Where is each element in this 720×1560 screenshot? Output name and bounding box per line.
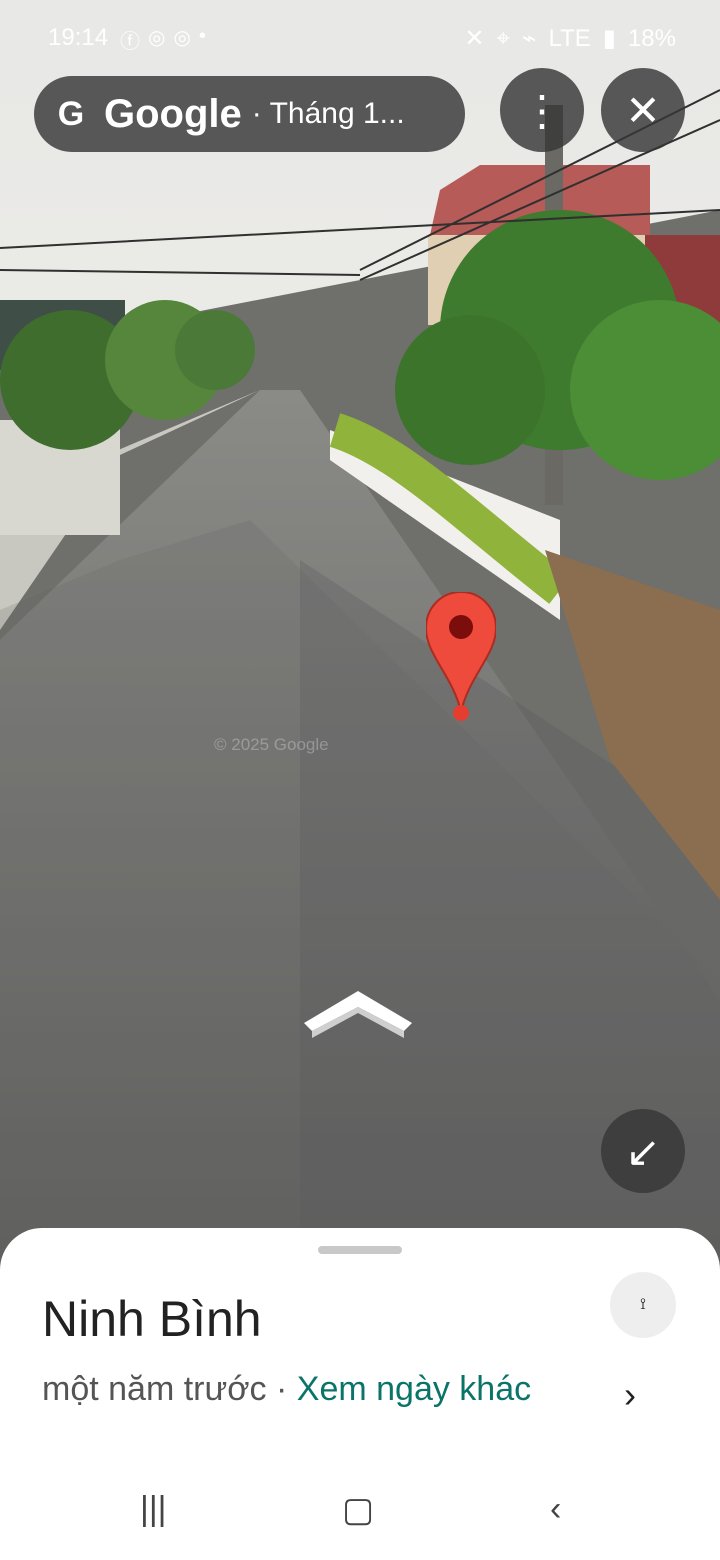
browser-icon: ◎ bbox=[173, 27, 191, 49]
more-icon: ⋮ bbox=[521, 86, 563, 134]
chevron-right-icon[interactable]: › bbox=[624, 1374, 636, 1416]
home-button[interactable]: ▢ bbox=[342, 1490, 374, 1530]
drag-handle[interactable] bbox=[318, 1246, 402, 1254]
battery-text: 18% bbox=[627, 24, 676, 52]
streetview-header: G Google · Tháng 1... bbox=[34, 76, 465, 152]
status-bar: 19:14 ⓕ ◎ ◎ • ✕ ⌖ ⌁ LTE ▮ 18% bbox=[0, 0, 720, 78]
share-icon: ⟟ bbox=[640, 1296, 646, 1313]
network-badge: LTE bbox=[548, 24, 591, 52]
mute-icon: ✕ bbox=[464, 25, 485, 52]
dot-icon: • bbox=[198, 25, 206, 47]
recent-apps-button[interactable]: ||| bbox=[140, 1490, 167, 1529]
wifi-icon: ⌁ bbox=[522, 25, 537, 52]
location-icon: ⌖ bbox=[496, 24, 511, 52]
move-forward-arrow[interactable] bbox=[304, 991, 412, 1041]
more-options-button[interactable]: ⋮ bbox=[500, 68, 584, 152]
place-name: Ninh Bình bbox=[42, 1291, 262, 1347]
dot-separator: · bbox=[276, 1370, 288, 1408]
capture-info: một năm trước · Xem ngày khác bbox=[42, 1370, 531, 1409]
notification-icons: ⓕ ◎ ◎ • bbox=[120, 25, 206, 54]
time-ago: một năm trước bbox=[42, 1370, 267, 1408]
see-other-dates-link[interactable]: Xem ngày khác bbox=[297, 1370, 531, 1408]
signal-icon: ▮ bbox=[602, 25, 616, 52]
status-time: 19:14 bbox=[48, 24, 109, 51]
share-button[interactable]: ⟟ bbox=[610, 1272, 676, 1338]
collapse-icon: ↙ bbox=[625, 1127, 661, 1175]
system-status: ✕ ⌖ ⌁ LTE ▮ 18% bbox=[464, 24, 676, 53]
location-pin-icon bbox=[426, 592, 496, 721]
exit-fullscreen-button[interactable]: ↙ bbox=[601, 1109, 685, 1193]
google-label: Google bbox=[104, 91, 242, 136]
copyright-watermark: © 2025 Google bbox=[214, 735, 329, 754]
back-button[interactable]: ‹ bbox=[550, 1490, 561, 1529]
android-nav-bar: ||| ▢ ‹ bbox=[0, 1438, 720, 1560]
facebook-icon: ⓕ bbox=[120, 31, 140, 53]
close-button[interactable]: ✕ bbox=[601, 68, 685, 152]
browser-icon: ◎ bbox=[148, 27, 166, 49]
capture-date: · Tháng 1... bbox=[251, 97, 405, 130]
close-icon: ✕ bbox=[625, 86, 661, 134]
google-icon: G bbox=[57, 94, 85, 133]
